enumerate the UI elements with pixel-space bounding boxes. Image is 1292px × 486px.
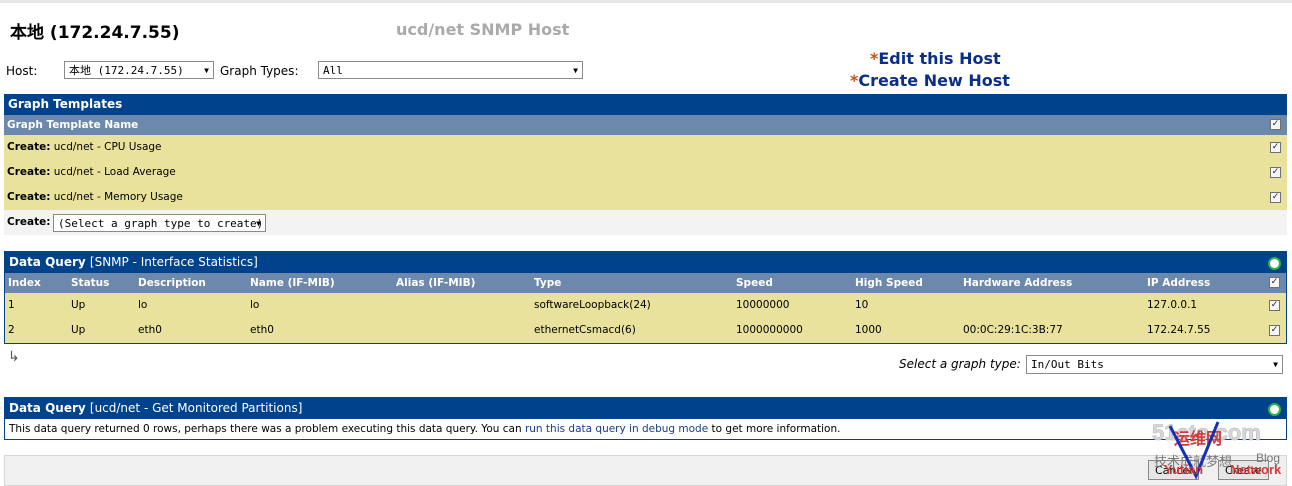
host-select-value: 本地 (172.24.7.55) (69, 64, 184, 77)
graph-templates-header: Graph Templates (4, 94, 1287, 115)
dq-interfaces-columns: Index Status Description Name (IF-MIB) A… (5, 273, 1286, 293)
column-speed[interactable]: Speed (736, 273, 773, 293)
cell-hardware-address: 00:0C:29:1C:3B:77 (963, 324, 1063, 336)
dq-partitions-header: Data Query [ucd/net - Get Monitored Part… (5, 398, 1286, 419)
return-arrow-icon: ↳ (8, 349, 20, 365)
dq-query-name: [SNMP - Interface Statistics] (89, 255, 258, 269)
reload-icon[interactable] (1268, 403, 1281, 416)
message-text-end: to get more information. (711, 423, 841, 435)
create-prefix: Create: (7, 191, 51, 203)
chevron-down-icon: ▼ (1273, 360, 1278, 369)
column-high-speed[interactable]: High Speed (855, 273, 923, 293)
reload-icon[interactable] (1268, 257, 1281, 270)
cell-description: eth0 (138, 324, 162, 336)
template-name: ucd/net - Memory Usage (53, 191, 183, 203)
dq-title: Data Query (9, 255, 86, 269)
create-label: Create: (7, 216, 51, 228)
graph-types-value: All (323, 64, 343, 77)
row-checkbox[interactable]: ✓ (1269, 324, 1280, 336)
template-checkbox[interactable]: ✓ (1270, 141, 1281, 153)
column-index[interactable]: Index (8, 273, 41, 293)
graph-type-value: In/Out Bits (1031, 358, 1104, 371)
create-graph-row: Create: (Select a graph type to create) … (4, 210, 1287, 235)
cell-high-speed: 10 (855, 299, 869, 311)
dq-message: This data query returned 0 rows, perhaps… (5, 419, 1286, 439)
dq-partitions-panel: Data Query [ucd/net - Get Monitored Part… (4, 397, 1287, 440)
cell-name: lo (250, 299, 260, 311)
cell-status: Up (71, 299, 86, 311)
template-row: Create: ucd/net - CPU Usage ✓ (4, 135, 1287, 160)
column-type[interactable]: Type (534, 273, 561, 293)
cell-type: softwareLoopback(24) (534, 299, 651, 311)
template-checkbox[interactable]: ✓ (1270, 166, 1281, 178)
host-actions: *Edit this Host *Create New Host (850, 48, 1010, 92)
template-row: Create: ucd/net - Memory Usage ✓ (4, 185, 1287, 210)
cell-index: 2 (8, 324, 15, 336)
table-row: 1 Up lo lo softwareLoopback(24) 10000000… (5, 293, 1286, 318)
graph-templates-column-header: Graph Template Name ✓ (4, 115, 1287, 135)
message-text: This data query returned 0 rows, perhaps… (9, 423, 522, 435)
action-bar (4, 455, 1287, 486)
cell-status: Up (71, 324, 86, 336)
create-graph-select-value: (Select a graph type to create) (58, 217, 264, 230)
cancel-button[interactable]: Cancel (1148, 460, 1200, 480)
host-template-name: ucd/net SNMP Host (396, 20, 570, 39)
graph-types-label: Graph Types: (220, 64, 299, 78)
dq-interfaces-panel: Data Query [SNMP - Interface Statistics]… (4, 251, 1287, 344)
template-name: ucd/net - CPU Usage (53, 141, 162, 153)
cell-speed: 10000000 (736, 299, 790, 311)
template-name: ucd/net - Load Average (53, 166, 176, 178)
cell-description: lo (138, 299, 148, 311)
create-prefix: Create: (7, 166, 51, 178)
template-row: Create: ucd/net - Load Average ✓ (4, 160, 1287, 185)
create-graph-select[interactable]: (Select a graph type to create) ▼ (53, 214, 266, 232)
top-border (0, 0, 1292, 3)
host-select[interactable]: 本地 (172.24.7.55) ▼ (64, 61, 214, 79)
template-name-column: Graph Template Name (7, 119, 139, 131)
host-label: Host: (6, 64, 38, 78)
template-checkbox[interactable]: ✓ (1270, 191, 1281, 203)
chevron-down-icon: ▼ (204, 66, 209, 75)
cell-high-speed: 1000 (855, 324, 882, 336)
edit-host-link[interactable]: *Edit this Host (850, 48, 1010, 70)
select-all-checkbox[interactable]: ✓ (1270, 119, 1281, 130)
row-checkbox[interactable]: ✓ (1269, 299, 1280, 311)
dq-interfaces-header: Data Query [SNMP - Interface Statistics] (5, 252, 1286, 273)
create-host-label: Create New Host (858, 71, 1010, 90)
select-all-checkbox[interactable]: ✓ (1269, 277, 1280, 288)
table-row: 2 Up eth0 eth0 ethernetCsmacd(6) 1000000… (5, 318, 1286, 343)
cell-index: 1 (8, 299, 15, 311)
column-ip-address[interactable]: IP Address (1147, 273, 1210, 293)
create-prefix: Create: (7, 141, 51, 153)
dq-query-name: [ucd/net - Get Monitored Partitions] (89, 401, 303, 415)
graph-templates-panel: Graph Templates Graph Template Name ✓ Cr… (4, 94, 1287, 235)
column-hardware-address[interactable]: Hardware Address (963, 273, 1072, 293)
chevron-down-icon: ▼ (573, 66, 578, 75)
debug-mode-link[interactable]: run this data query in debug mode (525, 423, 708, 435)
page-title: 本地 (172.24.7.55) (10, 23, 180, 43)
column-alias[interactable]: Alias (IF-MIB) (396, 273, 475, 293)
chevron-down-icon: ▼ (256, 219, 261, 228)
cell-ip-address: 127.0.0.1 (1147, 299, 1198, 311)
column-status[interactable]: Status (71, 273, 109, 293)
graph-types-select[interactable]: All ▼ (318, 61, 583, 79)
dq-title: Data Query (9, 401, 86, 415)
column-description[interactable]: Description (138, 273, 206, 293)
cell-speed: 1000000000 (736, 324, 803, 336)
graph-type-label: Select a graph type: (899, 357, 1021, 371)
column-name[interactable]: Name (IF-MIB) (250, 273, 335, 293)
create-host-link[interactable]: *Create New Host (850, 70, 1010, 92)
cell-name: eth0 (250, 324, 274, 336)
graph-type-select[interactable]: In/Out Bits ▼ (1026, 355, 1283, 374)
cell-type: ethernetCsmacd(6) (534, 324, 636, 336)
create-button[interactable]: Create (1218, 460, 1269, 480)
edit-host-label: Edit this Host (878, 49, 1001, 68)
cell-ip-address: 172.24.7.55 (1147, 324, 1211, 336)
